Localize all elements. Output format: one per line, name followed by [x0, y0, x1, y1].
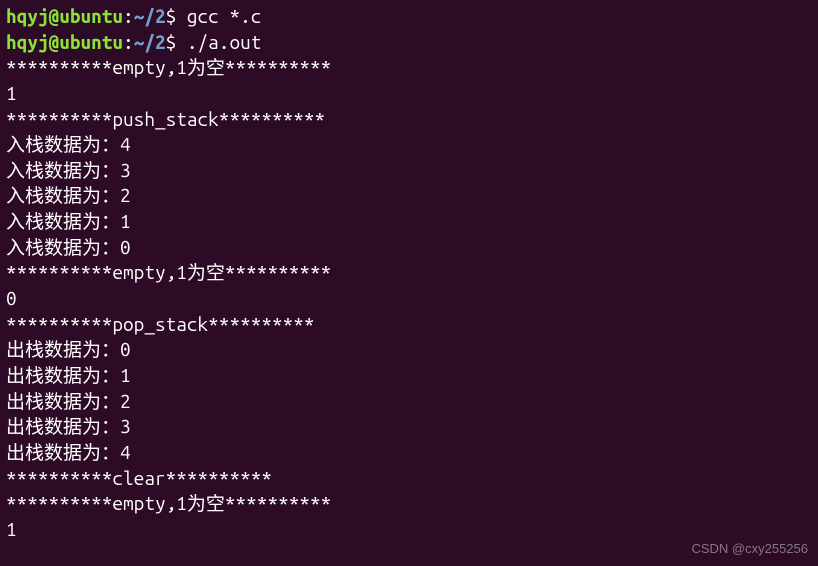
colon: : [123, 5, 134, 27]
terminal-window: hqyj@ubuntu:~/2$ gcc *.c hqyj@ubuntu:~/2… [6, 4, 812, 542]
output-line: **********pop_stack********** [6, 312, 812, 338]
prompt-line-1[interactable]: hqyj@ubuntu:~/2$ gcc *.c [6, 4, 812, 30]
working-dir: ~/2 [134, 5, 166, 27]
output-line: **********push_stack********** [6, 107, 812, 133]
output-line: 出栈数据为：3 [6, 414, 812, 440]
output-line: **********empty,1为空********** [6, 491, 812, 517]
output-line: 0 [6, 286, 812, 312]
output-line: 出栈数据为：2 [6, 389, 812, 415]
output-line: 出栈数据为：1 [6, 363, 812, 389]
prompt-symbol: $ [166, 31, 187, 53]
output-line: **********clear********** [6, 466, 812, 492]
output-line: 入栈数据为：0 [6, 235, 812, 261]
prompt-line-2[interactable]: hqyj@ubuntu:~/2$ ./a.out [6, 30, 812, 56]
output-line: **********empty,1为空********** [6, 260, 812, 286]
watermark: CSDN @cxy255256 [691, 540, 808, 558]
command-1: gcc *.c [187, 5, 261, 27]
output-line: 入栈数据为：2 [6, 183, 812, 209]
output-line: 1 [6, 517, 812, 543]
output-line: 出栈数据为：0 [6, 337, 812, 363]
working-dir: ~/2 [134, 31, 166, 53]
output-line: 入栈数据为：3 [6, 158, 812, 184]
output-line: **********empty,1为空********** [6, 55, 812, 81]
command-2: ./a.out [187, 31, 261, 53]
output-line: 入栈数据为：1 [6, 209, 812, 235]
colon: : [123, 31, 134, 53]
prompt-symbol: $ [166, 5, 187, 27]
output-line: 1 [6, 81, 812, 107]
user-host: hqyj@ubuntu [6, 5, 123, 27]
user-host: hqyj@ubuntu [6, 31, 123, 53]
output-line: 入栈数据为：4 [6, 132, 812, 158]
output-line: 出栈数据为：4 [6, 440, 812, 466]
